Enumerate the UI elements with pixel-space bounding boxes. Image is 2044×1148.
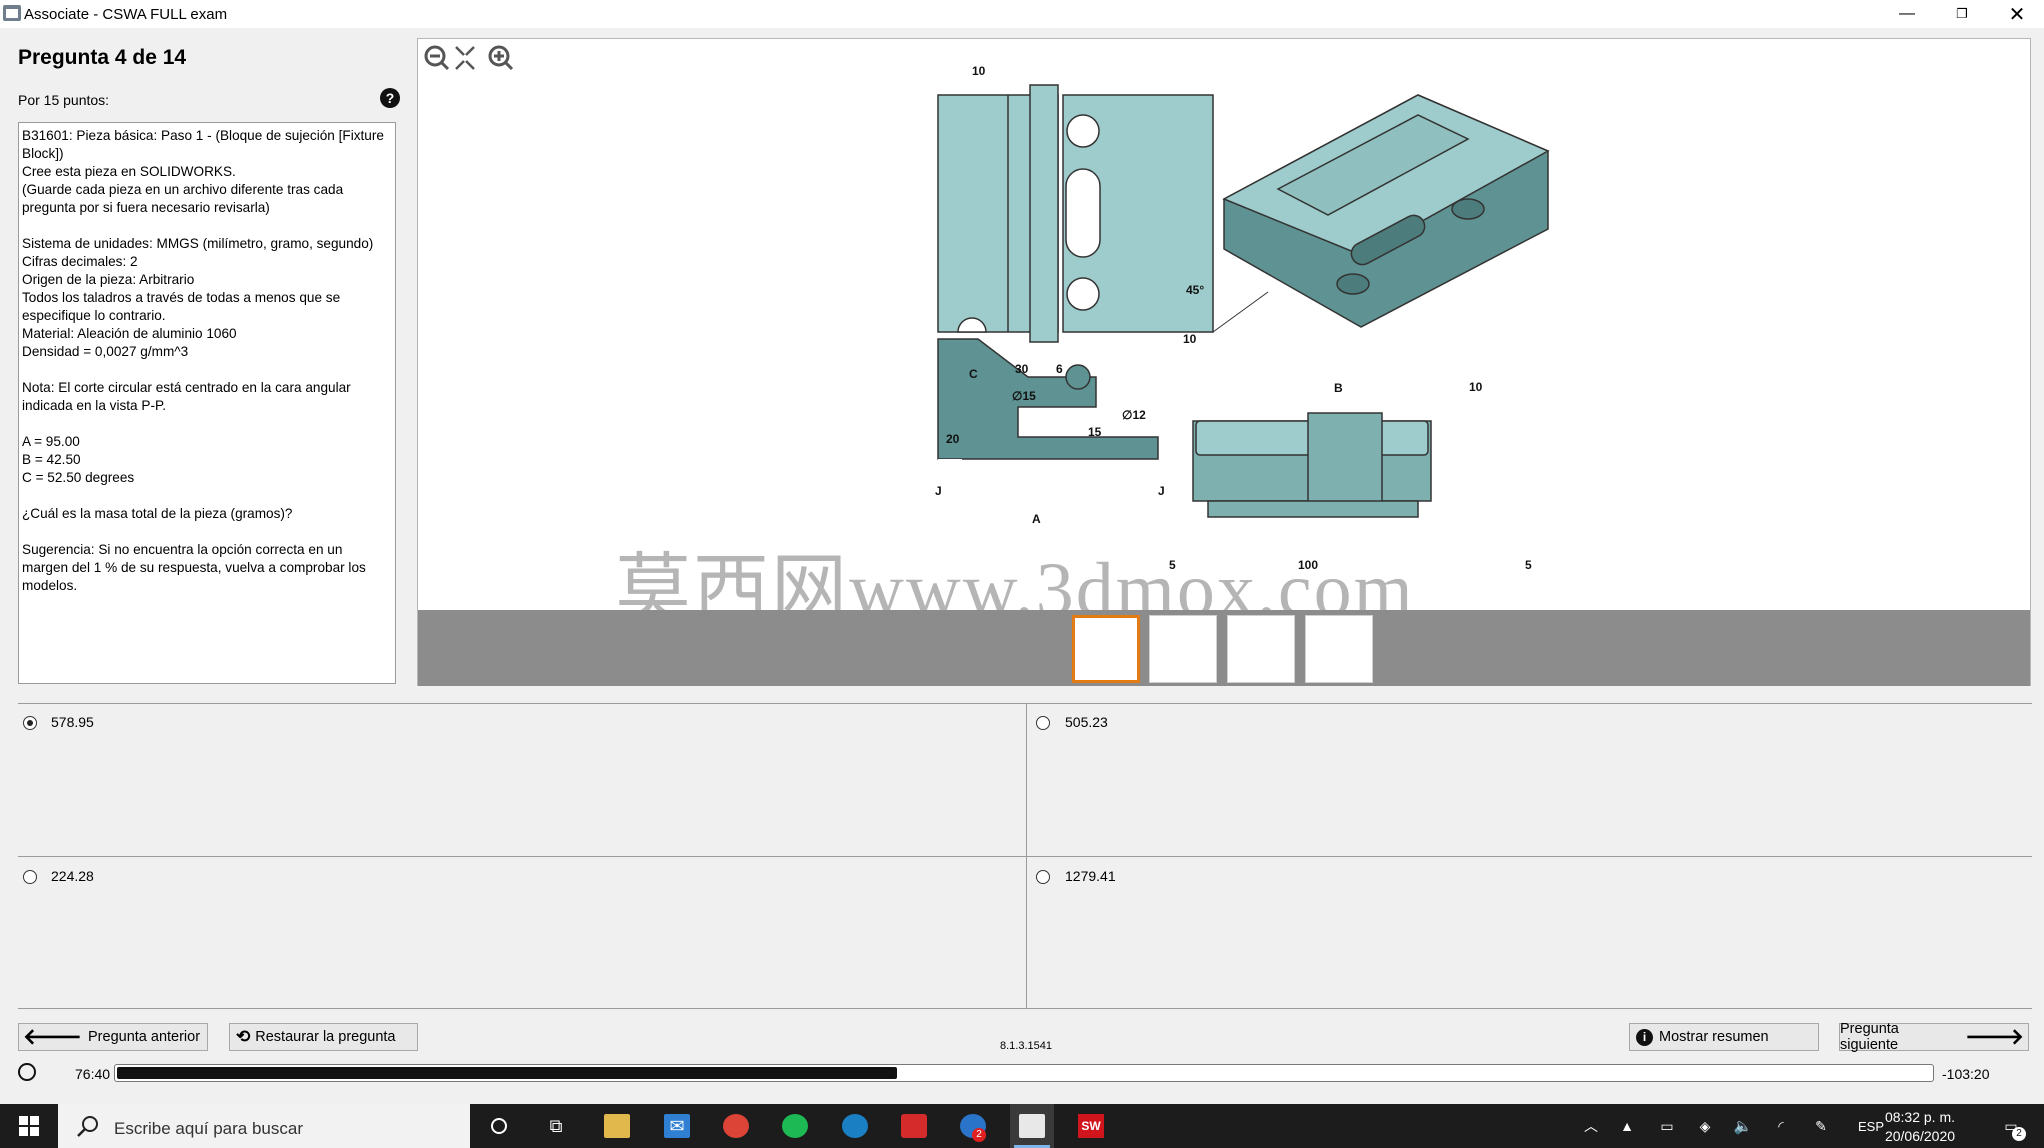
divider [18,856,2032,857]
divider [18,1008,2032,1009]
thumbnail-strip [418,610,2030,686]
wifi-icon[interactable]: ◜ [1768,1114,1794,1138]
time-progress-fill [117,1067,897,1079]
app-icon [3,5,21,21]
dim-6: 6 [1056,362,1063,376]
undo-icon: ⟲ [236,1027,251,1046]
dim-b-label: B [1334,381,1343,395]
dim-dia12: ∅12 [1122,408,1146,422]
zoom-in-icon[interactable] [488,45,514,71]
search-icon [74,1114,102,1138]
restore-question-button[interactable]: ⟲ Restaurar la pregunta [229,1023,418,1051]
arrow-left-icon: 🡐 [23,1024,82,1049]
cortana-icon[interactable] [486,1114,512,1138]
task-view-icon[interactable]: ⧉ [543,1114,569,1138]
notification-badge: 2 [972,1128,986,1142]
front-view [1192,412,1432,518]
clock-time[interactable]: 08:32 p. m. [1880,1109,1960,1125]
previous-question-button[interactable]: 🡐 Pregunta anterior [18,1023,208,1051]
acrobat-icon[interactable] [901,1114,927,1138]
clock-icon [18,1063,36,1081]
divider [1026,704,1027,1008]
close-button[interactable]: ✕ [1994,2,2040,26]
help-icon[interactable]: ? [380,88,400,108]
minimize-button[interactable]: — [1884,2,1930,26]
battery-icon[interactable]: ▭ [1654,1114,1680,1138]
answer-label-4[interactable]: 1279.41 [1065,868,1116,884]
answer-label-1[interactable]: 578.95 [51,714,94,730]
clock-date[interactable]: 20/06/2020 [1880,1128,1960,1144]
version-label: 8.1.3.1541 [1000,1040,1052,1052]
security-icon[interactable]: ◈ [1692,1114,1718,1138]
drawing-canvas: 10 45° 10 C 30 6 ∅15 ∅12 15 20 J J A B 1… [424,45,1550,572]
question-paragraph: ¿Cuál es la masa total de la pieza (gram… [22,506,293,521]
file-explorer-icon[interactable] [604,1114,630,1138]
answer-label-2[interactable]: 505.23 [1065,714,1108,730]
section-j-right: J [1158,484,1165,498]
dim-angle-45: 45° [1186,283,1204,297]
answer-radio-1[interactable] [23,716,37,730]
question-paragraph: Sugerencia: Si no encuentra la opción co… [22,542,366,593]
dim-30: 30 [1015,362,1029,376]
restore-icon[interactable]: ❐ [1939,2,1985,26]
zoom-out-icon[interactable] [424,45,450,71]
volume-icon[interactable]: 🔈 [1730,1114,1756,1138]
window-title: Associate - CSWA FULL exam [24,6,228,23]
question-paragraph: A = 95.00 B = 42.50 C = 52.50 degrees [22,434,135,485]
question-text-box: B31601: Pieza básica: Paso 1 - (Bloque d… [18,122,396,684]
previous-question-label: Pregunta anterior [88,1029,201,1045]
pen-icon[interactable]: ✎ [1808,1114,1834,1138]
answer-label-3[interactable]: 224.28 [51,868,94,884]
dim-right-10: 10 [1183,332,1197,346]
question-title: Pregunta 4 de 14 [18,46,187,69]
solidworks-icon[interactable]: SW [1078,1114,1104,1138]
exam-app-icon[interactable] [1019,1114,1045,1138]
section-j-left: J [935,484,942,498]
dim-5-right: 5 [1525,558,1532,572]
dim-dia15: ∅15 [1012,389,1036,403]
question-paragraph: Nota: El corte circular está centrado en… [22,380,351,413]
dim-top-10: 10 [972,64,986,78]
search-placeholder: Escribe aquí para buscar [114,1119,303,1138]
next-question-label: Pregunta siguiente [1840,1021,1899,1053]
spotify-icon[interactable] [782,1114,808,1138]
answer-radio-4[interactable] [1036,870,1050,884]
thumbnail-4[interactable] [1305,615,1373,683]
answer-radio-3[interactable] [23,870,37,884]
info-icon: i [1636,1028,1653,1046]
show-summary-button[interactable]: i Mostrar resumen [1629,1023,1819,1051]
answer-radio-2[interactable] [1036,716,1050,730]
arrow-right-icon: 🡒 [1965,1024,2024,1049]
thumbnail-3[interactable] [1227,615,1295,683]
timer-remaining: -103:20 [1942,1066,1990,1082]
dim-20: 20 [946,432,960,446]
thumbnail-1[interactable] [1072,615,1140,683]
mail-icon[interactable]: ✉ [664,1114,690,1138]
iso-view [1222,94,1550,328]
chevron-up-icon[interactable]: ︿ [1578,1114,1604,1138]
thumbnail-2[interactable] [1149,615,1217,683]
notification-count-badge: 2 [2012,1127,2026,1141]
title-bar [0,0,2044,28]
section-view [937,338,1159,467]
top-view [937,84,1269,343]
show-summary-label: Mostrar resumen [1659,1029,1769,1045]
timer-elapsed: 76:40 [75,1066,111,1082]
fit-icon[interactable] [455,46,475,70]
drive-icon[interactable]: ▲ [1614,1114,1640,1138]
edge-icon[interactable] [842,1114,868,1138]
restore-question-label: Restaurar la pregunta [255,1029,396,1045]
chrome-icon[interactable] [723,1114,749,1138]
question-paragraph: B31601: Pieza básica: Paso 1 - (Bloque d… [22,128,384,215]
dim-b-10: 10 [1469,380,1483,394]
windows-start-icon[interactable] [16,1114,42,1138]
dim-15: 15 [1088,425,1102,439]
time-progress-bar [114,1064,1934,1082]
dim-a-label: A [1032,512,1041,526]
next-question-button[interactable]: Pregunta siguiente 🡒 [1839,1021,2029,1053]
question-points: Por 15 puntos: [18,92,110,108]
dim-c-label: C [969,367,978,381]
divider [18,703,2032,704]
question-paragraph: Sistema de unidades: MMGS (milímetro, gr… [22,236,374,359]
